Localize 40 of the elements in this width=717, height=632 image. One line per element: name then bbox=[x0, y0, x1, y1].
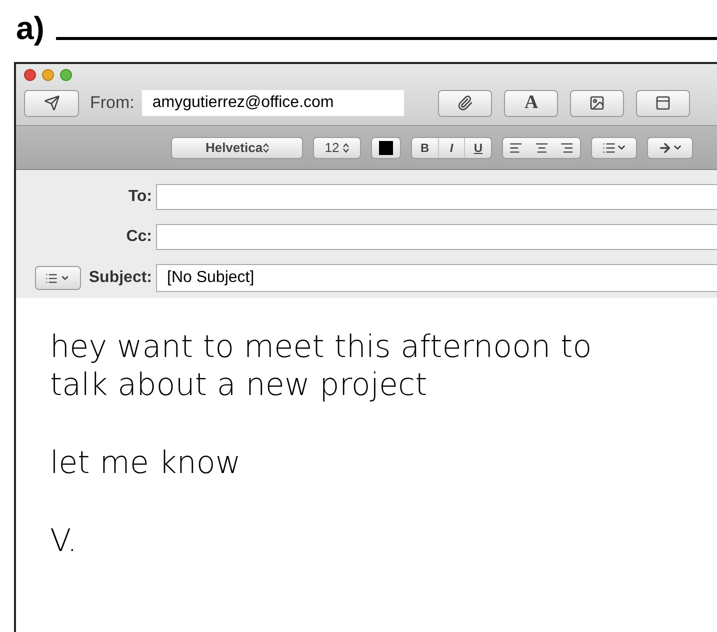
field-label: To: bbox=[127, 187, 153, 207]
address-field[interactable] bbox=[156, 224, 717, 250]
paperclip-icon bbox=[457, 95, 474, 111]
template-button[interactable] bbox=[636, 90, 690, 116]
message-paragraph: V. bbox=[50, 522, 78, 560]
style-toggle[interactable]: B bbox=[412, 138, 438, 158]
window-icon bbox=[655, 95, 672, 111]
address-field[interactable] bbox=[156, 184, 717, 210]
font-select[interactable]: Helvetica bbox=[171, 136, 303, 158]
minimize-button[interactable] bbox=[42, 69, 54, 81]
send-icon bbox=[44, 95, 60, 111]
header-menu-button[interactable] bbox=[34, 266, 81, 290]
style-toggle[interactable]: I bbox=[438, 138, 466, 158]
exercise-label: a) bbox=[16, 12, 44, 44]
field-label: Cc: bbox=[125, 227, 153, 247]
message-paragraph: let me know bbox=[50, 444, 242, 482]
color-swatch-icon bbox=[379, 140, 393, 154]
field-label: Subject: bbox=[88, 268, 152, 288]
close-button[interactable] bbox=[24, 69, 36, 81]
menu-icon bbox=[45, 272, 58, 284]
from-field[interactable]: amygutierrez@office.com bbox=[142, 90, 404, 116]
zoom-button[interactable] bbox=[60, 69, 72, 81]
style-toggle[interactable]: U bbox=[465, 138, 492, 158]
list-icon bbox=[602, 140, 616, 154]
caret-icon bbox=[60, 273, 70, 283]
message-paragraph: hey want to meet this afternoon to talk about a new project bbox=[50, 328, 593, 404]
image-icon bbox=[589, 95, 606, 111]
fonts-button[interactable]: A bbox=[504, 90, 558, 116]
stepper-icon bbox=[262, 142, 269, 152]
subject-field[interactable]: [No Subject] bbox=[156, 264, 717, 292]
photo-button[interactable] bbox=[570, 90, 624, 116]
size-select[interactable]: 12 bbox=[313, 136, 361, 158]
send-button[interactable] bbox=[24, 90, 79, 116]
text-color-button[interactable] bbox=[371, 136, 401, 158]
stepper-icon bbox=[343, 142, 350, 152]
from-label: From: bbox=[90, 92, 134, 114]
arrow-icon bbox=[658, 140, 672, 154]
indent-button[interactable] bbox=[647, 136, 693, 158]
list-button[interactable] bbox=[591, 136, 637, 158]
attach-button[interactable] bbox=[438, 90, 492, 116]
